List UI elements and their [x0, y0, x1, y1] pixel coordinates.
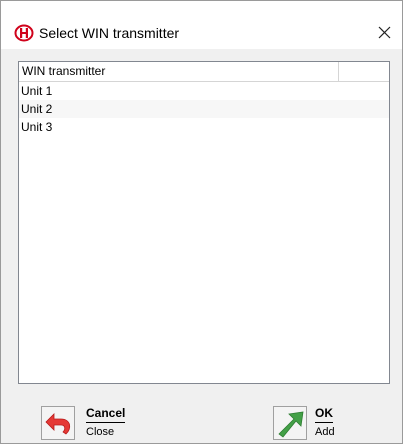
cancel-label: Cancel — [86, 406, 126, 423]
column-header-win-transmitter[interactable]: WIN transmitter — [19, 62, 339, 81]
list-rows: Unit 1 Unit 2 Unit 3 — [19, 82, 389, 136]
list-item[interactable]: Unit 2 — [19, 100, 389, 118]
cancel-sublabel: Close — [86, 426, 115, 438]
up-right-arrow-icon — [273, 406, 307, 440]
cancel-button[interactable]: Cancel Close — [41, 406, 141, 440]
transmitter-list[interactable]: WIN transmitter Unit 1 Unit 2 Unit 3 — [18, 61, 390, 384]
column-header-empty[interactable] — [339, 62, 389, 81]
list-item[interactable]: Unit 1 — [19, 82, 389, 100]
window-title: Select WIN transmitter — [39, 25, 180, 41]
list-item[interactable]: Unit 3 — [19, 118, 389, 136]
close-icon[interactable] — [373, 23, 395, 43]
dialog-window: Select WIN transmitter WIN transmitter U… — [0, 0, 403, 444]
ok-label: OK — [315, 406, 333, 423]
brand-logo-icon — [14, 24, 34, 42]
list-header: WIN transmitter — [19, 62, 389, 82]
ok-sublabel: Add — [315, 426, 335, 438]
button-bar: Cancel Close OK Add — [1, 394, 402, 443]
title-bar: Select WIN transmitter — [1, 1, 402, 49]
undo-arrow-icon — [41, 406, 75, 440]
ok-button[interactable]: OK Add — [273, 406, 353, 440]
